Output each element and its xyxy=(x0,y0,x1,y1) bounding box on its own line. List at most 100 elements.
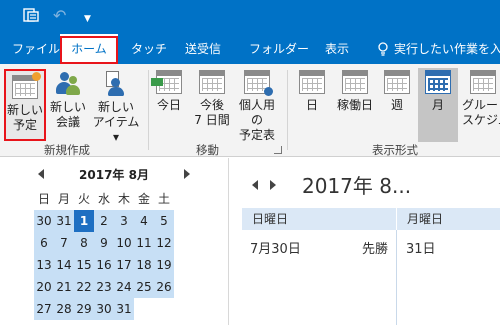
day-cell[interactable]: 10 xyxy=(114,232,134,254)
day-cell[interactable]: 31 xyxy=(54,210,74,232)
month-calendar: 2017年 8... 日曜日 月曜日 7月30日 先勝 31日 xyxy=(230,158,500,325)
week-row: 6 7 8 9 10 11 12 xyxy=(34,232,194,254)
day-cell-date[interactable]: 31日 xyxy=(406,238,436,257)
today-icon xyxy=(151,70,186,94)
day-cell[interactable]: 2 xyxy=(94,210,114,232)
day-cell[interactable]: 5 xyxy=(154,210,174,232)
next-month-arrow-icon[interactable] xyxy=(270,180,276,190)
weekday-label: 木 xyxy=(117,192,130,206)
day-cell[interactable]: 31 xyxy=(114,298,134,320)
column-divider xyxy=(396,230,397,325)
new-items-icon xyxy=(90,70,142,96)
day-cell[interactable]: 21 xyxy=(54,276,74,298)
undo-icon[interactable]: ↶ xyxy=(53,7,66,25)
outlook-app-icon[interactable] xyxy=(22,7,40,25)
day-cell[interactable]: 3 xyxy=(114,210,134,232)
day-cell[interactable]: 14 xyxy=(54,254,74,276)
day-cell[interactable]: 24 xyxy=(114,276,134,298)
day-cell[interactable]: 6 xyxy=(34,232,54,254)
new-appointment-icon xyxy=(6,72,44,99)
day-cell[interactable]: 22 xyxy=(74,276,94,298)
tab-view[interactable]: 表示 xyxy=(325,34,349,64)
tab-send-receive[interactable]: 送受信 xyxy=(185,34,221,64)
day-cell[interactable]: 17 xyxy=(114,254,134,276)
month-view-label: 月 xyxy=(431,98,444,112)
week-view-icon xyxy=(380,70,414,94)
day-cell[interactable]: 18 xyxy=(134,254,154,276)
day-cell[interactable]: 30 xyxy=(34,210,54,232)
weekday-header-row: 日 月 火 水 木 金 土 xyxy=(34,188,194,210)
day-cell[interactable]: 12 xyxy=(154,232,174,254)
lightbulb-icon xyxy=(377,42,389,56)
new-meeting-button[interactable]: 新しい 会議 xyxy=(50,70,86,130)
date-navigator-grid: 日 月 火 水 木 金 土 30 31 1 2 3 4 5 6 7 8 9 10… xyxy=(34,188,194,320)
day-cell[interactable]: 13 xyxy=(34,254,54,276)
week-row: 20 21 22 23 24 25 26 xyxy=(34,276,194,298)
day-cell[interactable]: 29 xyxy=(74,298,94,320)
month-view-icon xyxy=(418,70,458,94)
weekday-label: 火 xyxy=(77,192,90,206)
day-view-button[interactable]: 日 xyxy=(296,70,328,113)
day-cell[interactable]: 20 xyxy=(34,276,54,298)
customize-quick-access-icon[interactable]: ▼ xyxy=(84,10,91,28)
day-cell[interactable]: 8 xyxy=(74,232,94,254)
tab-folder[interactable]: フォルダー xyxy=(249,34,309,64)
weekday-label: 水 xyxy=(97,192,110,206)
tab-file[interactable]: ファイル xyxy=(12,34,60,64)
tab-home-highlight xyxy=(60,36,118,64)
day-cell[interactable]: 15 xyxy=(74,254,94,276)
week-view-button[interactable]: 週 xyxy=(380,70,414,113)
day-cell[interactable]: 23 xyxy=(94,276,114,298)
ribbon: 新しい 予定 新しい 会議 新しい アイテム▾ 新規作成 今日 今後 7 日間 … xyxy=(0,64,500,157)
next-month-arrow-icon[interactable] xyxy=(184,169,190,179)
schedule-view-icon xyxy=(470,70,500,94)
day-cell[interactable]: 30 xyxy=(94,298,114,320)
weekday-label: 金 xyxy=(137,192,150,206)
day-cell-date[interactable]: 7月30日 xyxy=(250,238,301,257)
new-items-label: 新しい アイテム▾ xyxy=(92,100,140,144)
new-items-button[interactable]: 新しい アイテム▾ xyxy=(90,70,142,145)
day-cell[interactable]: 4 xyxy=(134,210,154,232)
column-header-sunday: 日曜日 xyxy=(242,208,396,230)
day-cell[interactable]: 11 xyxy=(134,232,154,254)
day-cell[interactable]: 19 xyxy=(154,254,174,276)
today-day-cell[interactable]: 1 xyxy=(74,210,94,232)
tab-touch[interactable]: タッチ xyxy=(131,34,167,64)
group-arrange-label: 表示形式 xyxy=(372,143,418,157)
new-appointment-button[interactable]: 新しい 予定 xyxy=(4,69,46,141)
dialog-launcher-icon[interactable] xyxy=(274,146,282,154)
personal-calendar-label: 個人用の 予定表 xyxy=(238,98,275,142)
day-cell[interactable]: 28 xyxy=(54,298,74,320)
next-7-days-icon xyxy=(190,70,234,94)
work-week-view-label: 稼働日 xyxy=(336,98,373,112)
next-7-days-button[interactable]: 今後 7 日間 xyxy=(190,70,234,128)
today-button[interactable]: 今日 xyxy=(151,70,186,113)
day-cell[interactable]: 25 xyxy=(134,276,154,298)
week-view-label: 週 xyxy=(390,98,403,112)
tab-home[interactable]: ホーム xyxy=(60,34,118,64)
day-cell[interactable]: 16 xyxy=(94,254,114,276)
day-view-label: 日 xyxy=(305,98,318,112)
day-cell[interactable]: 27 xyxy=(34,298,54,320)
day-cell[interactable]: 7 xyxy=(54,232,74,254)
work-week-view-button[interactable]: 稼働日 xyxy=(332,70,378,113)
month-view-button[interactable]: 月 xyxy=(418,68,458,142)
day-cell[interactable]: 9 xyxy=(94,232,114,254)
date-navigator-header: 2017年 8月 xyxy=(34,164,194,184)
date-navigator: 2017年 8月 日 月 火 水 木 金 土 30 31 1 2 3 4 5 6… xyxy=(0,158,229,325)
date-navigator-title: 2017年 8月 xyxy=(79,168,149,182)
new-meeting-label: 新しい 会議 xyxy=(50,100,87,129)
day-cell[interactable]: 26 xyxy=(154,276,174,298)
day-cell-rokuyo: 先勝 xyxy=(362,242,389,257)
previous-month-arrow-icon[interactable] xyxy=(252,180,258,190)
schedule-view-button[interactable]: グルー スケジュ xyxy=(462,70,500,128)
group-goto-label: 移動 xyxy=(196,143,219,157)
next-7-days-label: 今後 7 日間 xyxy=(194,98,230,127)
calendar-title: 2017年 8... xyxy=(302,174,412,198)
weekday-label: 日 xyxy=(37,192,50,206)
day-view-icon xyxy=(296,70,328,94)
weekday-label: 月 xyxy=(57,192,70,206)
personal-calendar-button[interactable]: 個人用の 予定表 xyxy=(234,70,280,143)
tell-me-search[interactable]: 実行したい作業を入力 xyxy=(394,34,500,64)
group-separator xyxy=(287,70,288,150)
